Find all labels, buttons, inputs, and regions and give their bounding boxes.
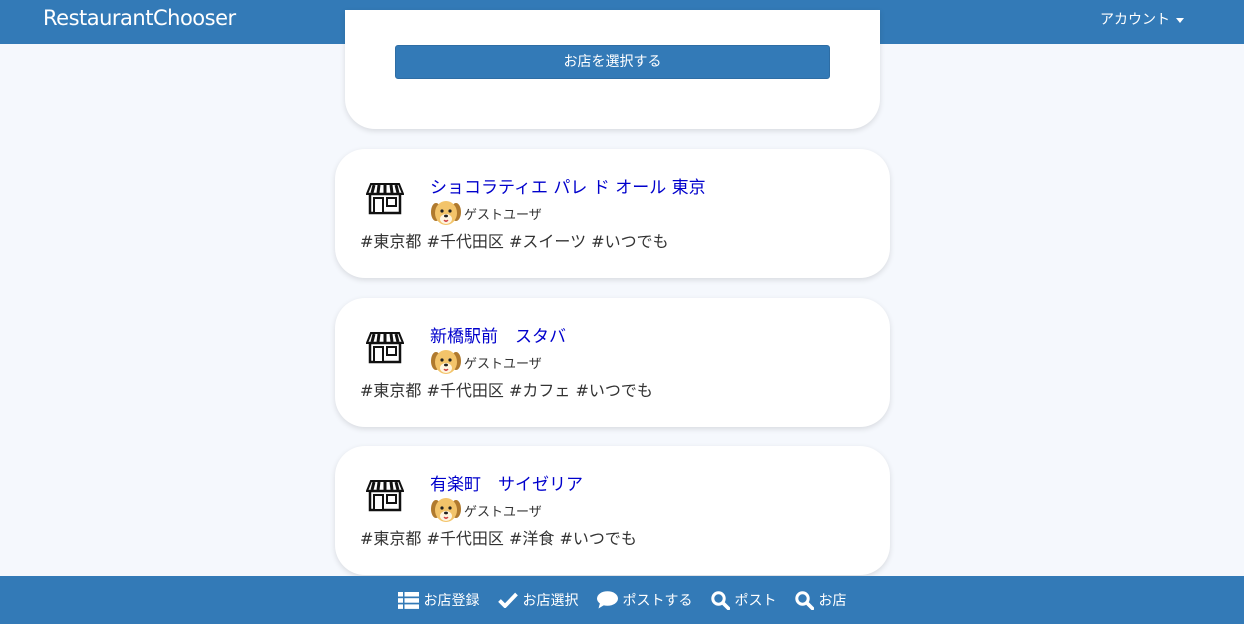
store-icon [366, 332, 404, 364]
nav-label: ポスト [734, 593, 777, 609]
shop-poster: ゲストユーザ [430, 346, 542, 378]
nav-search-shops[interactable]: お店 [794, 590, 847, 610]
poster-name: ゲストユーザ [464, 207, 542, 223]
store-icon [366, 480, 404, 512]
caret-down-icon [1176, 17, 1184, 23]
shop-name-link[interactable]: 新橋駅前 スタバ [430, 322, 566, 347]
store-icon [366, 183, 404, 215]
nav-select-shop[interactable]: お店選択 [497, 590, 579, 610]
select-shop-card: お店を選択する [345, 10, 880, 129]
search-icon [794, 590, 814, 610]
poster-name: ゲストユーザ [464, 504, 542, 520]
shop-tags: #東京都 #千代田区 #スイーツ #いつでも [360, 232, 669, 251]
shop-name-link[interactable]: ショコラティエ パレ ド オール 東京 [430, 173, 706, 198]
nav-search-posts[interactable]: ポスト [710, 590, 777, 610]
nav-label: ポストする [622, 593, 693, 609]
dog-avatar-icon [431, 201, 461, 225]
account-label: アカウント [1100, 12, 1170, 28]
shop-poster: ゲストユーザ [430, 494, 542, 526]
dog-avatar-icon [431, 350, 461, 374]
shop-tags: #東京都 #千代田区 #カフェ #いつでも [360, 381, 653, 400]
nav-label: お店登録 [423, 593, 480, 609]
shop-poster: ゲストユーザ [430, 197, 542, 229]
shop-tags: #東京都 #千代田区 #洋食 #いつでも [360, 529, 637, 548]
account-dropdown[interactable]: アカウント [1100, 9, 1184, 29]
nav-label: お店 [818, 593, 847, 609]
poster-name: ゲストユーザ [464, 356, 542, 372]
nav-label: お店選択 [522, 593, 579, 609]
comment-icon [596, 591, 618, 609]
bottom-navbar: お店登録 お店選択 ポストする ポスト お店 [0, 576, 1244, 624]
nav-post[interactable]: ポストする [596, 590, 693, 610]
select-shop-button[interactable]: お店を選択する [395, 45, 830, 79]
shop-card: 新橋駅前 スタバ ゲストユーザ #東京都 #千代田区 #カフェ #いつでも [335, 298, 890, 427]
shop-card: ショコラティエ パレ ド オール 東京 ゲストユーザ #東京都 #千代田区 #ス… [335, 149, 890, 278]
search-icon [710, 590, 730, 610]
brand-logo[interactable]: RestaurantChooser [43, 6, 236, 30]
shop-name-link[interactable]: 有楽町 サイゼリア [430, 470, 583, 495]
dog-avatar-icon [431, 498, 461, 522]
nav-register-shop[interactable]: お店登録 [397, 590, 480, 610]
shop-card: 有楽町 サイゼリア ゲストユーザ #東京都 #千代田区 #洋食 #いつでも [335, 446, 890, 575]
check-icon [497, 592, 518, 608]
list-icon [397, 591, 419, 609]
